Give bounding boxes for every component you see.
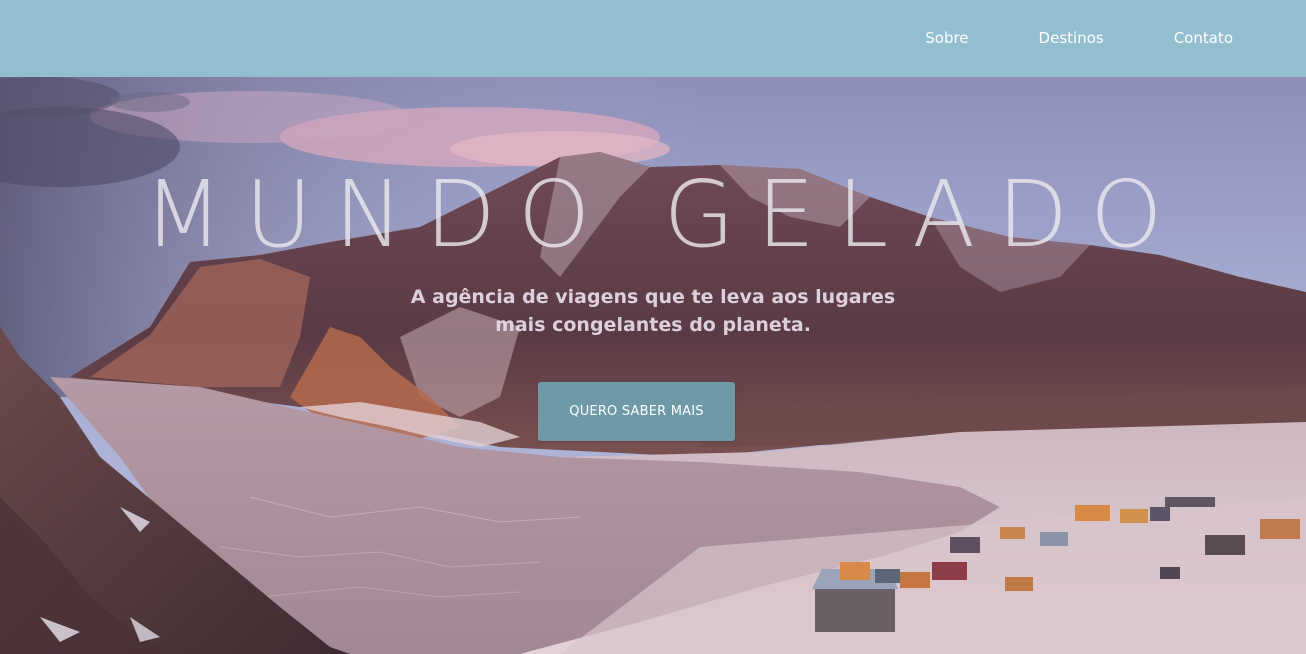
nav-link-sobre[interactable]: Sobre <box>925 28 968 48</box>
hero-subtitle-line-1: A agência de viagens que te leva aos lug… <box>410 286 896 308</box>
hero-subtitle-line-2: mais congelantes do planeta. <box>495 314 811 336</box>
hero-section: MUNDO GELADO A agência de viagens que te… <box>0 77 1306 654</box>
hero-subtitle: A agência de viagens que te leva aos lug… <box>0 283 1306 339</box>
main-nav: Sobre Destinos Contato <box>925 28 1233 48</box>
page: Sobre Destinos Contato MUNDO GELADO A ag… <box>0 0 1306 654</box>
site-header: Sobre Destinos Contato <box>0 0 1306 77</box>
nav-link-destinos[interactable]: Destinos <box>1039 28 1104 48</box>
nav-link-contato[interactable]: Contato <box>1174 28 1233 48</box>
cta-button[interactable]: QUERO SABER MAIS <box>538 382 735 441</box>
hero-title: MUNDO GELADO <box>143 161 1185 268</box>
